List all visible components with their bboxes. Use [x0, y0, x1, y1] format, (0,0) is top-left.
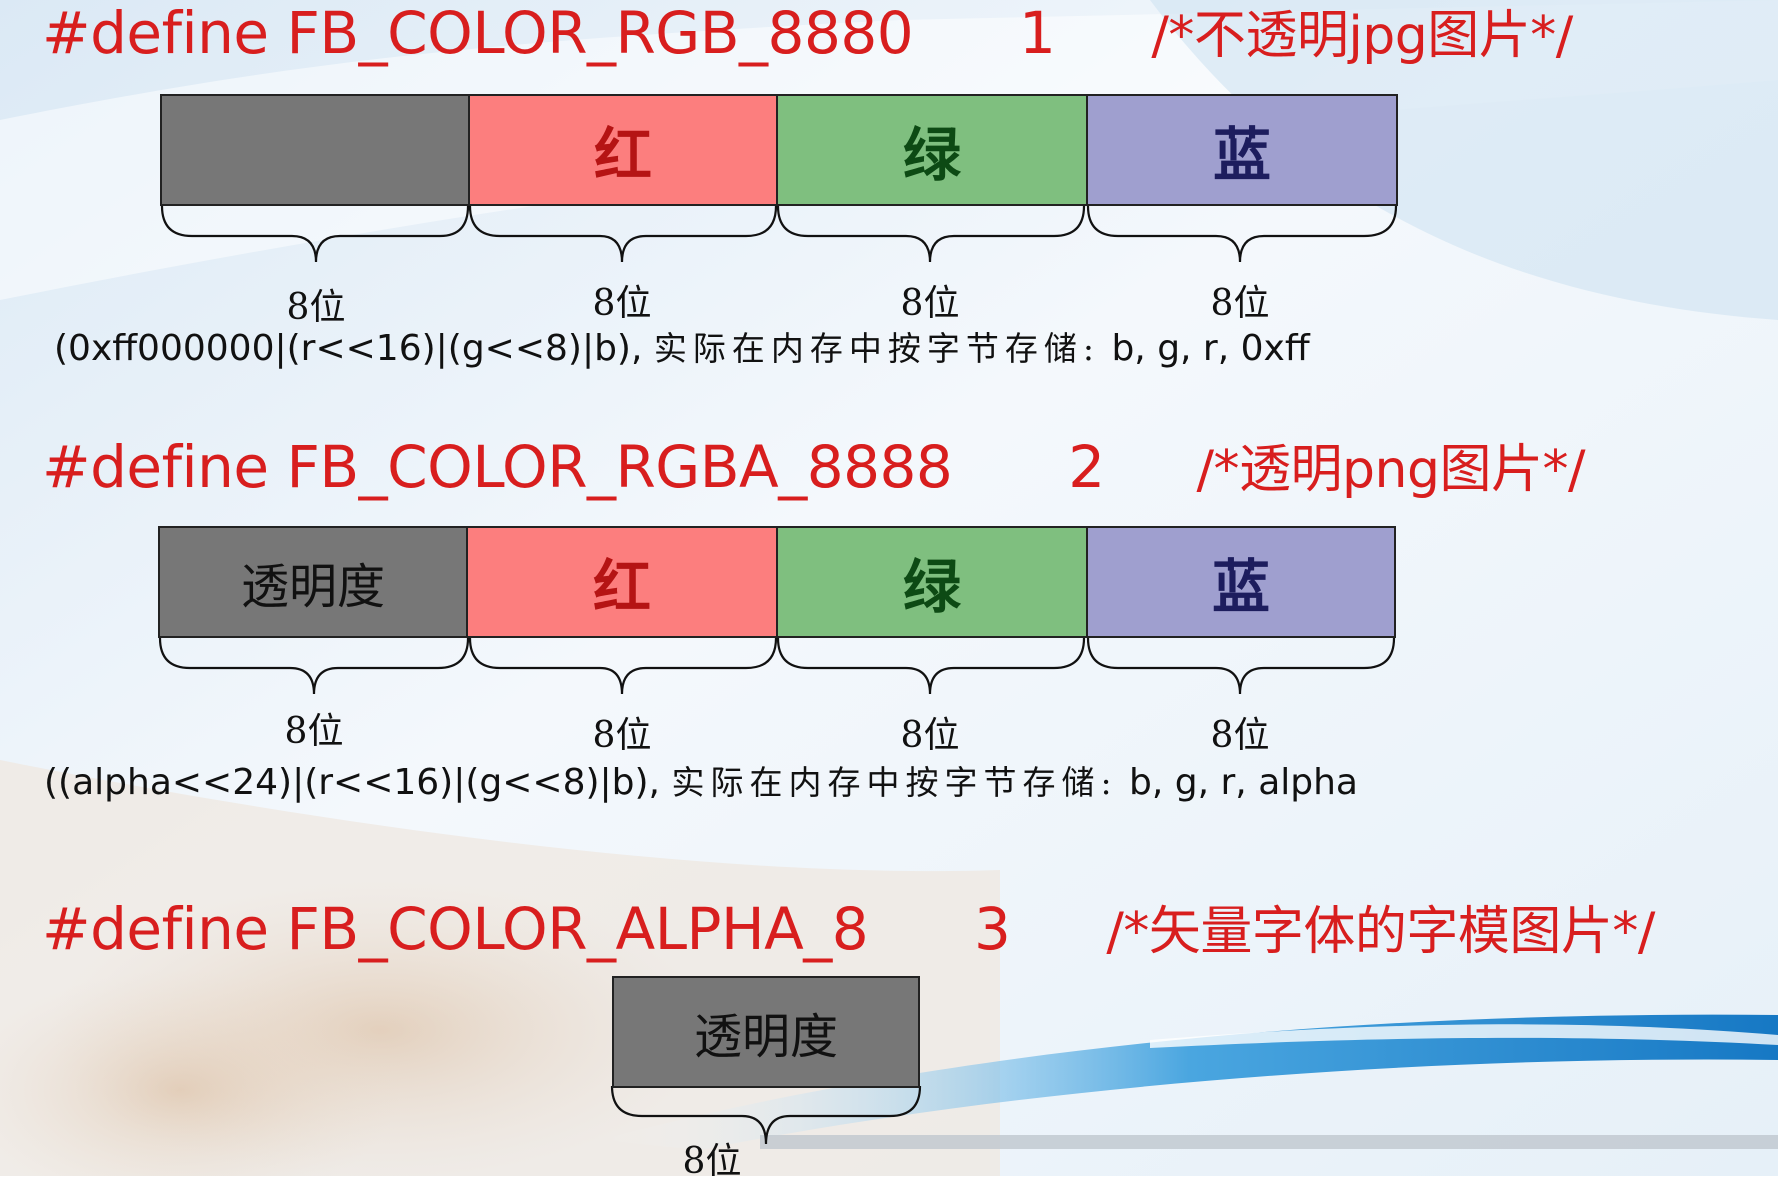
brace-rgba-3 [1086, 637, 1396, 695]
define-rgb8880-name: #define FB_COLOR_RGB_8880 [42, 0, 914, 67]
rgba8888-formula-order: b, g, r, alpha [1129, 762, 1358, 803]
define-rgb8880: #define FB_COLOR_RGB_8880 1 /*不透明jpg图片*/ [42, 4, 1573, 62]
rgba8888-bits-1: 8位 [592, 715, 652, 756]
rgba8888-bits-2: 8位 [900, 715, 960, 756]
rgb8880-cell-blue: 蓝 [1088, 94, 1398, 206]
rgb8880-bits-2: 8位 [900, 283, 960, 324]
define-alpha8: #define FB_COLOR_ALPHA_8 3 /*矢量字体的字模图片*/ [42, 900, 1655, 958]
rgba8888-cell-green: 绿 [778, 526, 1088, 638]
rgb8880-cell-green: 绿 [778, 94, 1088, 206]
brace-rgba-2 [776, 637, 1086, 695]
rgba8888-cell-red: 红 [468, 526, 778, 638]
rgba8888-formula-code: ((alpha<<24)|(r<<16)|(g<<8)|b), [44, 762, 660, 803]
brace-rgb-3 [1086, 205, 1398, 263]
rgba8888-formula-text: 实际在内存中按字节存储: [671, 763, 1118, 802]
rgba8888-cell-blue: 蓝 [1088, 526, 1396, 638]
rgb8880-bits-3: 8位 [1210, 283, 1270, 324]
rgb8880-formula-code: (0xff000000|(r<<16)|(g<<8)|b), [54, 328, 643, 369]
rgb8880-formula-text: 实际在内存中按字节存储: [653, 329, 1100, 368]
rgb8880-cell-red: 红 [470, 94, 778, 206]
rgb8880-formula: (0xff000000|(r<<16)|(g<<8)|b), 实际在内存中按字节… [54, 322, 1310, 370]
alpha8-byte-row: 透明度 [612, 976, 920, 1088]
alpha8-cell-alpha: 透明度 [612, 976, 920, 1088]
define-rgba8888: #define FB_COLOR_RGBA_8888 2 /*透明png图片*/ [42, 438, 1585, 496]
define-rgba8888-comment: /*透明png图片*/ [1196, 440, 1585, 500]
define-rgba8888-name: #define FB_COLOR_RGBA_8888 [42, 433, 953, 501]
rgba8888-cell-alpha: 透明度 [158, 526, 468, 638]
rgb8880-cell-unused [160, 94, 470, 206]
rgba8888-formula: ((alpha<<24)|(r<<16)|(g<<8)|b), 实际在内存中按字… [44, 756, 1358, 804]
brace-rgb-0 [160, 205, 470, 263]
define-alpha8-comment: /*矢量字体的字模图片*/ [1106, 902, 1655, 962]
rgb8880-byte-row: 红 绿 蓝 [160, 94, 1398, 206]
brace-rgb-2 [776, 205, 1086, 263]
brace-rgba-0 [158, 637, 470, 695]
rgba8888-bits-0: 8位 [284, 711, 344, 752]
define-rgba8888-value: 2 [1068, 433, 1105, 501]
define-rgb8880-comment: /*不透明jpg图片*/ [1151, 6, 1573, 66]
define-alpha8-name: #define FB_COLOR_ALPHA_8 [42, 895, 869, 963]
rgba8888-byte-row: 透明度 红 绿 蓝 [158, 526, 1396, 638]
define-rgb8880-value: 1 [1019, 0, 1056, 67]
alpha8-bits-0: 8位 [682, 1141, 742, 1182]
rgba8888-bits-3: 8位 [1210, 715, 1270, 756]
rgb8880-bits-1: 8位 [592, 283, 652, 324]
brace-rgb-1 [468, 205, 778, 263]
define-alpha8-value: 3 [974, 895, 1011, 963]
rgb8880-formula-order: b, g, r, 0xff [1111, 328, 1310, 369]
brace-rgba-1 [468, 637, 778, 695]
